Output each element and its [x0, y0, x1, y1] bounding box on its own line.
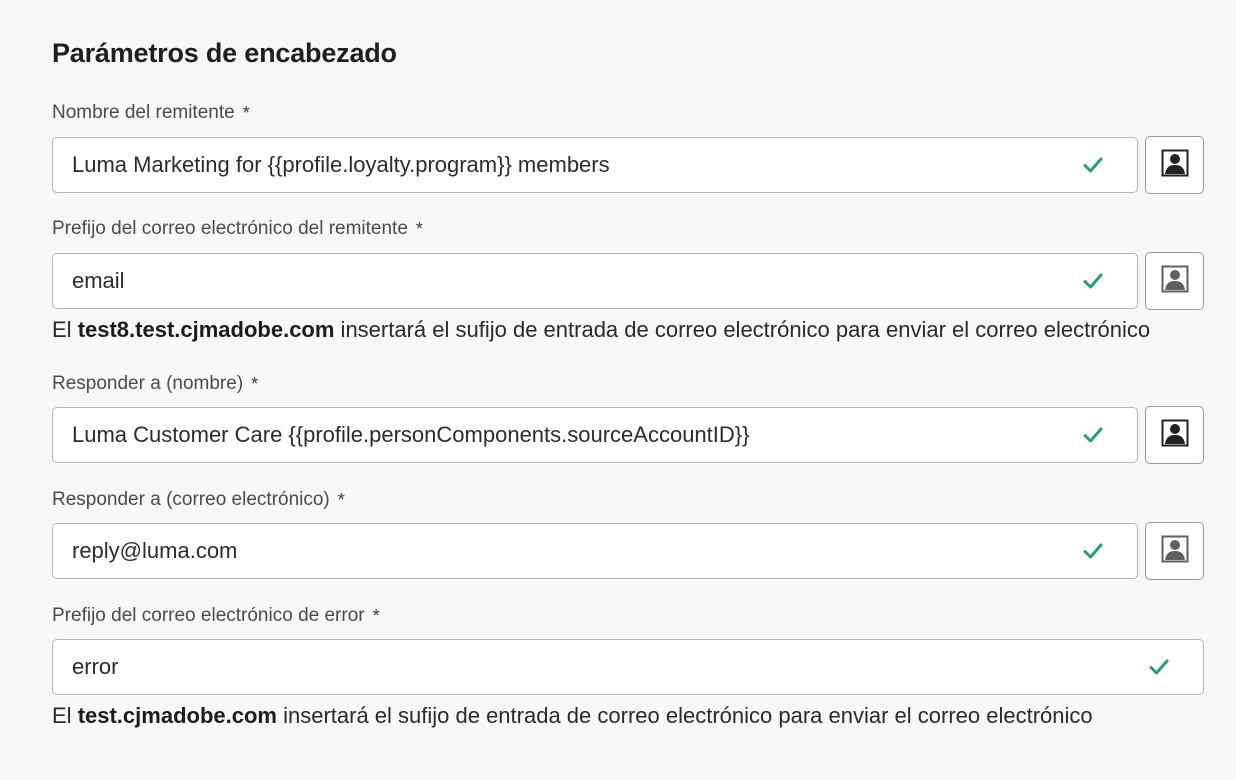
reply-to-email-personalization-button[interactable]	[1145, 522, 1204, 580]
reply-to-name-value[interactable]: Luma Customer Care {{profile.personCompo…	[53, 422, 1081, 448]
required-asterisk: *	[251, 373, 259, 394]
required-asterisk: *	[372, 605, 380, 626]
sender-email-prefix-label-text: Prefijo del correo electrónico del remit…	[52, 218, 408, 239]
reply-to-name-input[interactable]: Luma Customer Care {{profile.personCompo…	[52, 407, 1138, 463]
required-asterisk: *	[242, 102, 250, 123]
reply-to-name-label: Responder a (nombre) *	[52, 373, 258, 395]
personalization-icon	[1161, 149, 1189, 182]
checkmark-icon	[1081, 269, 1105, 293]
error-email-prefix-input[interactable]: error	[52, 639, 1204, 695]
help-suffix: insertará el sufijo de entrada de correo…	[334, 317, 1151, 342]
reply-to-name-personalization-button[interactable]	[1145, 406, 1204, 464]
sender-name-label: Nombre del remitente *	[52, 102, 250, 124]
checkmark-icon	[1081, 539, 1105, 563]
header-parameters-panel: Parámetros de encabezado Nombre del remi…	[0, 0, 1236, 780]
error-email-prefix-label-text: Prefijo del correo electrónico de error	[52, 605, 365, 626]
sender-email-help-text: El test8.test.cjmadobe.com insertará el …	[52, 317, 1150, 343]
personalization-icon	[1161, 535, 1189, 568]
error-email-help-text: El test.cjmadobe.com insertará el sufijo…	[52, 703, 1093, 729]
checkmark-icon	[1147, 655, 1171, 679]
sender-name-input[interactable]: Luma Marketing for {{profile.loyalty.pro…	[52, 137, 1138, 193]
reply-to-email-value[interactable]: reply@luma.com	[53, 538, 1081, 564]
checkmark-icon	[1081, 153, 1105, 177]
sender-email-prefix-input[interactable]: email	[52, 253, 1138, 309]
help-domain: test.cjmadobe.com	[77, 703, 277, 728]
sender-name-value[interactable]: Luma Marketing for {{profile.loyalty.pro…	[53, 152, 1081, 178]
help-domain: test8.test.cjmadobe.com	[77, 317, 335, 342]
help-suffix: insertará el sufijo de entrada de correo…	[276, 703, 1093, 728]
personalization-icon	[1161, 265, 1189, 298]
reply-to-email-label: Responder a (correo electrónico) *	[52, 489, 345, 511]
reply-to-email-label-text: Responder a (correo electrónico)	[52, 489, 330, 510]
reply-to-email-input[interactable]: reply@luma.com	[52, 523, 1138, 579]
checkmark-icon	[1081, 423, 1105, 447]
help-prefix: El	[52, 317, 78, 342]
error-email-prefix-label: Prefijo del correo electrónico de error …	[52, 605, 380, 627]
sender-email-personalization-button[interactable]	[1145, 252, 1204, 310]
required-asterisk: *	[337, 489, 345, 510]
reply-to-name-label-text: Responder a (nombre)	[52, 373, 244, 394]
sender-name-personalization-button[interactable]	[1145, 136, 1204, 194]
sender-name-label-text: Nombre del remitente	[52, 102, 235, 123]
sender-email-prefix-value[interactable]: email	[53, 268, 1081, 294]
error-email-prefix-value[interactable]: error	[53, 654, 1147, 680]
section-title: Parámetros de encabezado	[52, 38, 397, 68]
required-asterisk: *	[415, 218, 423, 239]
personalization-icon	[1161, 419, 1189, 452]
help-prefix: El	[52, 703, 78, 728]
sender-email-prefix-label: Prefijo del correo electrónico del remit…	[52, 218, 423, 240]
